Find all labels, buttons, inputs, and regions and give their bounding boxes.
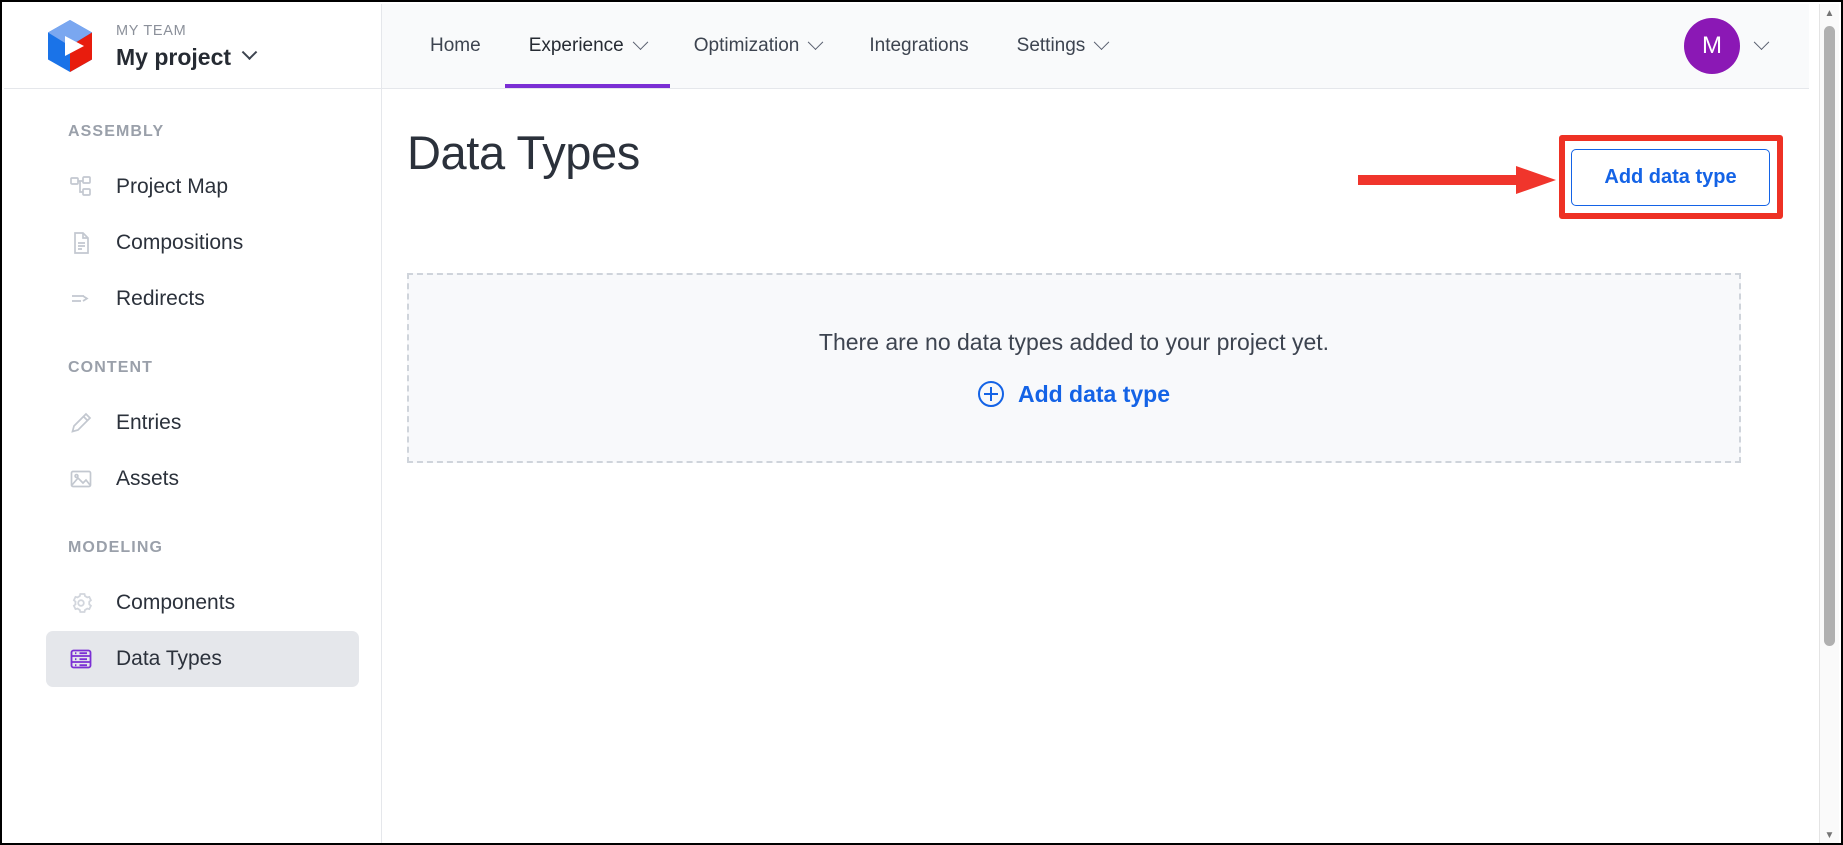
nav-item-experience[interactable]: Experience: [504, 4, 670, 88]
project-name: My project: [116, 43, 232, 70]
user-menu[interactable]: M: [1684, 4, 1809, 88]
sidebar-group-modeling: MODELING Components Data Types: [4, 539, 381, 687]
vertical-scrollbar[interactable]: ▲ ▼: [1819, 4, 1839, 843]
nav-item-settings[interactable]: Settings: [993, 4, 1132, 88]
scroll-down-arrow-icon[interactable]: ▼: [1820, 826, 1839, 843]
sidebar: ASSEMBLY Project Map Compositions Redire…: [4, 89, 382, 843]
app-window: MY TEAM My project Home Experience Optim…: [0, 0, 1843, 845]
sidebar-group-label: MODELING: [68, 539, 164, 556]
add-data-type-link[interactable]: Add data type: [977, 380, 1171, 408]
sidebar-item-label: Entries: [116, 411, 182, 434]
add-data-type-link-label: Add data type: [1017, 380, 1171, 407]
sitemap-icon: [68, 174, 94, 200]
red-arrow-annotation: [1354, 165, 1558, 195]
chevron-down-icon[interactable]: [1753, 33, 1770, 50]
sidebar-item-assets[interactable]: Assets: [46, 451, 359, 507]
nav-item-label: Optimization: [693, 35, 800, 56]
plus-circle-icon: [977, 381, 1004, 407]
avatar[interactable]: M: [1684, 18, 1740, 74]
chevron-down-icon[interactable]: [241, 44, 258, 61]
hexagon-play-logo: [44, 18, 96, 74]
data-table-icon: [68, 646, 94, 672]
sidebar-item-project-map[interactable]: Project Map: [46, 159, 359, 215]
nav-item-label: Integrations: [869, 35, 969, 56]
main-nav: Home Experience Optimization Integration…: [382, 4, 1684, 88]
gear-icon: [68, 590, 94, 616]
nav-item-optimization[interactable]: Optimization: [670, 4, 846, 88]
nav-item-home[interactable]: Home: [406, 4, 505, 88]
nav-item-label: Experience: [528, 35, 624, 56]
scrollbar-thumb[interactable]: [1824, 26, 1835, 646]
nav-item-label: Settings: [1016, 35, 1086, 56]
sidebar-item-label: Redirects: [116, 287, 205, 310]
sidebar-item-redirects[interactable]: Redirects: [46, 271, 359, 327]
sidebar-group-content: CONTENT Entries Assets: [4, 359, 381, 507]
sidebar-item-data-types[interactable]: Data Types: [46, 631, 359, 687]
scroll-up-arrow-icon[interactable]: ▲: [1820, 4, 1839, 23]
sidebar-item-label: Data Types: [116, 647, 222, 670]
project-switcher[interactable]: MY TEAM My project: [4, 4, 382, 88]
chevron-down-icon: [632, 33, 649, 50]
add-data-type-button[interactable]: Add data type: [1571, 149, 1770, 206]
pencil-icon: [68, 410, 94, 436]
sidebar-item-label: Compositions: [116, 231, 244, 254]
sidebar-item-label: Assets: [116, 467, 180, 490]
chevron-down-icon: [1094, 33, 1110, 50]
nav-item-integrations[interactable]: Integrations: [845, 4, 992, 88]
document-icon: [68, 230, 94, 256]
sidebar-item-label: Project Map: [116, 175, 229, 198]
empty-state-message: There are no data types added to your pr…: [818, 328, 1330, 355]
team-label: MY TEAM: [116, 22, 187, 39]
sidebar-item-components[interactable]: Components: [46, 575, 359, 631]
sidebar-item-entries[interactable]: Entries: [46, 395, 359, 451]
sidebar-group-label: CONTENT: [68, 359, 154, 376]
sidebar-item-compositions[interactable]: Compositions: [46, 215, 359, 271]
image-icon: [68, 466, 94, 492]
sidebar-group-assembly: ASSEMBLY Project Map Compositions Redire…: [4, 123, 381, 327]
empty-state-panel: There are no data types added to your pr…: [407, 273, 1741, 463]
top-header: MY TEAM My project Home Experience Optim…: [4, 4, 1809, 89]
arrow-lines-icon: [68, 286, 94, 312]
chevron-down-icon: [808, 33, 824, 50]
sidebar-item-label: Components: [116, 591, 236, 614]
sidebar-group-label: ASSEMBLY: [68, 123, 165, 140]
nav-item-label: Home: [430, 35, 481, 56]
